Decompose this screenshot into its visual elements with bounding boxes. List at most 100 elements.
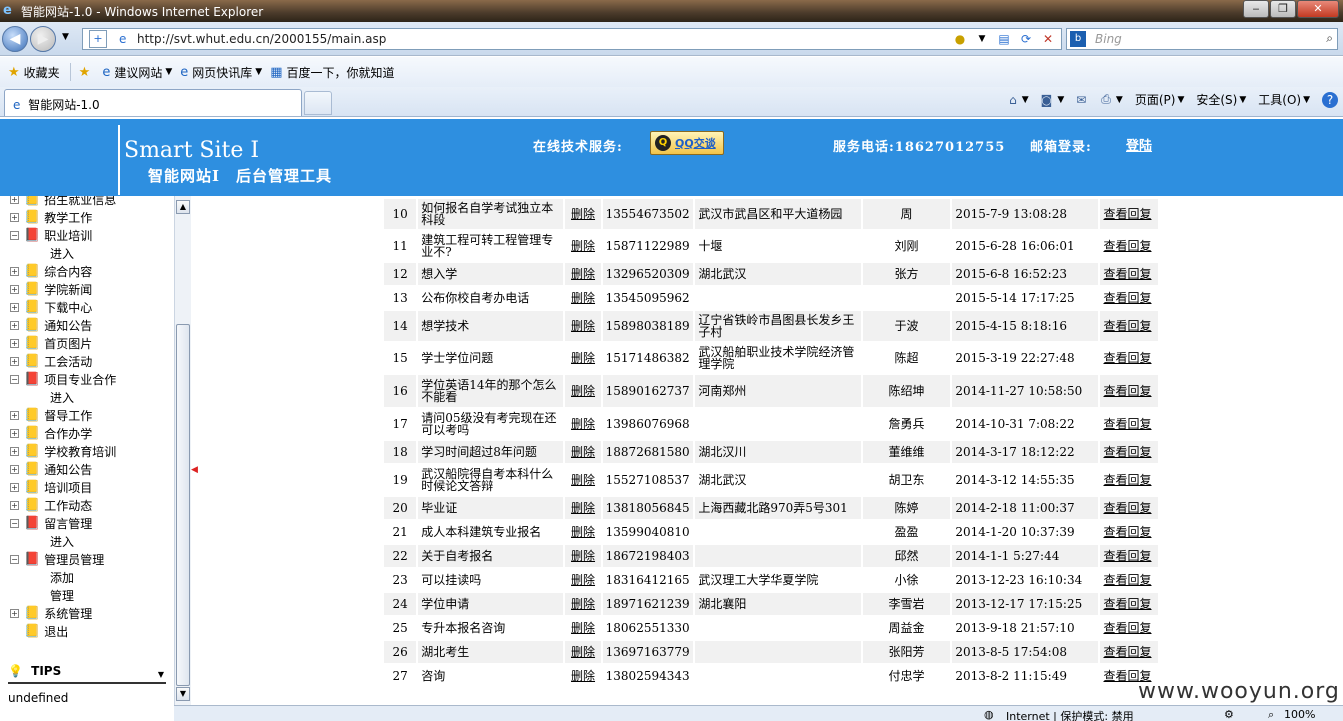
add-favorite-button[interactable]: ★ bbox=[79, 65, 95, 80]
view-reply-link[interactable]: 查看回复 bbox=[1100, 409, 1158, 439]
delete-link[interactable]: 删除 bbox=[565, 375, 601, 407]
feeds-button[interactable]: ◙ ▼ bbox=[1041, 93, 1065, 107]
view-reply-link[interactable]: 查看回复 bbox=[1100, 199, 1158, 229]
sidebar-item[interactable]: + 📒 首页图片 bbox=[0, 334, 174, 352]
delete-link[interactable]: 删除 bbox=[565, 569, 601, 591]
sidebar-item[interactable]: + 📒 工会活动 bbox=[0, 352, 174, 370]
qq-chat-button[interactable]: Q QQ交谈 bbox=[650, 131, 724, 155]
expand-icon[interactable]: + bbox=[10, 212, 19, 222]
sidebar-item[interactable]: + 📒 通知公告 bbox=[0, 316, 174, 334]
maximize-button[interactable]: ❐ bbox=[1270, 0, 1296, 18]
delete-link[interactable]: 删除 bbox=[565, 287, 601, 309]
print-button[interactable]: ⎙ ▼ bbox=[1101, 92, 1123, 107]
sidebar-item[interactable]: + 📒 合作办学 bbox=[0, 424, 174, 442]
login-link[interactable]: 登陆 bbox=[1126, 135, 1152, 154]
sidebar-item[interactable]: +📒退出 bbox=[0, 622, 174, 640]
favorites-button[interactable]: ★ 收藏夹 bbox=[8, 64, 60, 81]
sidebar-item[interactable]: + 📒 学校教育培训 bbox=[0, 442, 174, 460]
delete-link[interactable]: 删除 bbox=[565, 263, 601, 285]
collapse-icon[interactable]: − bbox=[10, 554, 19, 564]
delete-link[interactable]: 删除 bbox=[565, 441, 601, 463]
search-icon[interactable]: ⌕ bbox=[1326, 31, 1333, 46]
history-dropdown-icon[interactable]: ▼ bbox=[62, 32, 69, 42]
mail-button[interactable]: ✉ bbox=[1076, 93, 1089, 107]
expand-icon[interactable]: + bbox=[10, 464, 19, 474]
sidebar-item[interactable]: + 📒 学院新闻 bbox=[0, 280, 174, 298]
view-reply-link[interactable]: 查看回复 bbox=[1100, 641, 1158, 663]
protected-mode-icon[interactable]: ⚙ bbox=[1224, 708, 1234, 721]
view-reply-link[interactable]: 查看回复 bbox=[1100, 593, 1158, 615]
expand-icon[interactable]: + bbox=[10, 356, 19, 366]
expand-icon[interactable]: + bbox=[10, 266, 19, 276]
sidebar-item[interactable]: − 📕 项目专业合作 bbox=[0, 370, 174, 388]
close-window-button[interactable]: ✕ bbox=[1297, 0, 1339, 18]
view-reply-link[interactable]: 查看回复 bbox=[1100, 231, 1158, 261]
compatibility-icon[interactable]: + bbox=[89, 30, 107, 48]
compat-view-icon[interactable]: ▤ bbox=[995, 31, 1013, 47]
sidebar-subitem[interactable]: 进入 bbox=[0, 388, 174, 406]
sidebar-item[interactable]: + 📒 督导工作 bbox=[0, 406, 174, 424]
delete-link[interactable]: 删除 bbox=[565, 641, 601, 663]
collapse-icon[interactable]: − bbox=[10, 230, 19, 240]
view-reply-link[interactable]: 查看回复 bbox=[1100, 569, 1158, 591]
sidebar-item[interactable]: − 📕 管理员管理 bbox=[0, 550, 174, 568]
view-reply-link[interactable]: 查看回复 bbox=[1100, 617, 1158, 639]
view-reply-link[interactable]: 查看回复 bbox=[1100, 311, 1158, 341]
view-reply-link[interactable]: 查看回复 bbox=[1100, 497, 1158, 519]
delete-link[interactable]: 删除 bbox=[565, 343, 601, 373]
sidebar-subitem[interactable]: 添加 bbox=[0, 568, 174, 586]
sidebar-item[interactable]: + 📒 培训项目 bbox=[0, 478, 174, 496]
scroll-down-icon[interactable]: ▼ bbox=[176, 687, 190, 701]
security-status-icon[interactable]: ● bbox=[951, 31, 969, 47]
expand-icon[interactable]: + bbox=[10, 284, 19, 294]
address-url[interactable]: http://svt.whut.edu.cn/2000155/main.asp bbox=[137, 32, 386, 46]
collapse-icon[interactable]: − bbox=[10, 518, 19, 528]
address-bar[interactable]: + e http://svt.whut.edu.cn/2000155/main.… bbox=[82, 28, 1062, 50]
sidebar-item[interactable]: − 📕 职业培训 bbox=[0, 226, 174, 244]
tools-menu[interactable]: 工具(O) ▼ bbox=[1258, 91, 1310, 108]
view-reply-link[interactable]: 查看回复 bbox=[1100, 441, 1158, 463]
expand-icon[interactable]: + bbox=[10, 302, 19, 312]
sidebar-item[interactable]: + 📒 通知公告 bbox=[0, 460, 174, 478]
expand-icon[interactable]: + bbox=[10, 446, 19, 456]
zoom-level[interactable]: 100% bbox=[1284, 708, 1315, 721]
expand-icon[interactable]: + bbox=[10, 410, 19, 420]
back-button[interactable]: ◀ bbox=[2, 26, 28, 52]
tips-header[interactable]: 💡 TIPS ▼ bbox=[8, 664, 166, 684]
sidebar-item[interactable]: + 📒 工作动态 bbox=[0, 496, 174, 514]
expand-icon[interactable]: + bbox=[10, 482, 19, 492]
fav-link-slices[interactable]: e 网页快讯库 ▼ bbox=[180, 64, 262, 81]
new-tab-button[interactable] bbox=[304, 91, 332, 115]
forward-button[interactable]: ▶ bbox=[30, 26, 56, 52]
home-button[interactable]: ⌂ ▼ bbox=[1009, 93, 1029, 107]
stop-icon[interactable]: ✕ bbox=[1039, 31, 1057, 47]
search-placeholder[interactable]: Bing bbox=[1095, 32, 1122, 46]
delete-link[interactable]: 删除 bbox=[565, 521, 601, 543]
sidebar-scrollbar[interactable]: ▲ ▼ bbox=[174, 196, 191, 705]
expand-icon[interactable]: + bbox=[10, 608, 19, 618]
expand-icon[interactable]: + bbox=[10, 196, 19, 204]
delete-link[interactable]: 删除 bbox=[565, 231, 601, 261]
collapse-sidebar-icon[interactable]: ◀ bbox=[191, 460, 199, 480]
view-reply-link[interactable]: 查看回复 bbox=[1100, 465, 1158, 495]
expand-icon[interactable]: + bbox=[10, 500, 19, 510]
delete-link[interactable]: 删除 bbox=[565, 196, 601, 197]
sidebar-item[interactable]: + 📒 下载中心 bbox=[0, 298, 174, 316]
delete-link[interactable]: 删除 bbox=[565, 665, 601, 687]
view-reply-link[interactable]: 查看回复 bbox=[1100, 375, 1158, 407]
delete-link[interactable]: 删除 bbox=[565, 497, 601, 519]
address-dropdown-icon[interactable]: ▼ bbox=[973, 31, 991, 47]
sidebar-item[interactable]: + 📒 教学工作 bbox=[0, 208, 174, 226]
fav-link-baidu[interactable]: ▦ 百度一下，你就知道 bbox=[270, 64, 394, 81]
delete-link[interactable]: 删除 bbox=[565, 617, 601, 639]
view-reply-link[interactable]: 查看回复 bbox=[1100, 343, 1158, 373]
tab-active[interactable]: e 智能网站-1.0 bbox=[4, 89, 302, 116]
sidebar-item[interactable]: + 📒 系统管理 bbox=[0, 604, 174, 622]
collapse-icon[interactable]: − bbox=[10, 374, 19, 384]
sidebar-subitem[interactable]: 管理 bbox=[0, 586, 174, 604]
sidebar-item[interactable]: + 📒 招生就业信息 bbox=[0, 196, 174, 208]
safety-menu[interactable]: 安全(S) ▼ bbox=[1196, 91, 1246, 108]
delete-link[interactable]: 删除 bbox=[565, 199, 601, 229]
view-reply-link[interactable]: 查看回复 bbox=[1100, 521, 1158, 543]
delete-link[interactable]: 删除 bbox=[565, 593, 601, 615]
